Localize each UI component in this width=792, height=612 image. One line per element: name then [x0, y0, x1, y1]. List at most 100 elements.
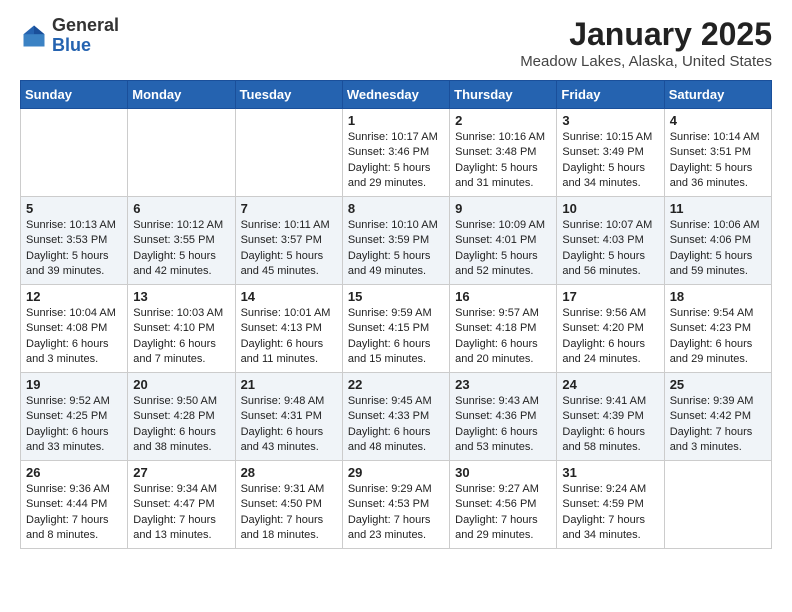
day-number: 26: [26, 465, 122, 480]
calendar-cell: [235, 109, 342, 197]
weekday-header-tuesday: Tuesday: [235, 81, 342, 109]
day-info: Sunrise: 10:11 AM Sunset: 3:57 PM Daylig…: [241, 218, 337, 280]
calendar-cell: 31Sunrise: 9:24 AM Sunset: 4:59 PM Dayli…: [557, 461, 664, 549]
calendar-cell: 10 Sunrise: 10:07 AM Sunset: 4:03 PM Dayl…: [557, 197, 664, 285]
calendar-cell: 12 Sunrise: 10:04 AM Sunset: 4:08 PM Dayl…: [21, 285, 128, 373]
day-number: 4: [670, 113, 766, 128]
calendar-cell: [21, 109, 128, 197]
day-number: 16: [455, 289, 551, 304]
day-number: 13: [133, 289, 229, 304]
day-number: 5: [26, 201, 122, 216]
weekday-header-sunday: Sunday: [21, 81, 128, 109]
weekday-header-wednesday: Wednesday: [342, 81, 449, 109]
day-number: 14: [241, 289, 337, 304]
day-info: Sunrise: 9:43 AM Sunset: 4:36 PM Dayligh…: [455, 394, 551, 456]
logo-text: General Blue: [52, 16, 119, 56]
calendar-cell: [664, 461, 771, 549]
calendar-cell: 19Sunrise: 9:52 AM Sunset: 4:25 PM Dayli…: [21, 373, 128, 461]
day-number: 18: [670, 289, 766, 304]
day-info: Sunrise: 9:54 AM Sunset: 4:23 PM Dayligh…: [670, 306, 766, 368]
day-info: Sunrise: 10:16 AM Sunset: 3:48 PM Daylig…: [455, 130, 551, 192]
day-info: Sunrise: 10:17 AM Sunset: 3:46 PM Daylig…: [348, 130, 444, 192]
calendar-cell: 4 Sunrise: 10:14 AM Sunset: 3:51 PM Dayli…: [664, 109, 771, 197]
day-number: 29: [348, 465, 444, 480]
calendar-cell: 15 Sunrise: 9:59 AM Sunset: 4:15 PM Dayli…: [342, 285, 449, 373]
calendar-cell: 11Sunrise: 10:06 AM Sunset: 4:06 PM Dayl…: [664, 197, 771, 285]
day-number: 31: [562, 465, 658, 480]
day-info: Sunrise: 10:04 AM Sunset: 4:08 PM Daylig…: [26, 306, 122, 368]
day-number: 27: [133, 465, 229, 480]
calendar-cell: 24 Sunrise: 9:41 AM Sunset: 4:39 PM Dayli…: [557, 373, 664, 461]
calendar-cell: 17 Sunrise: 9:56 AM Sunset: 4:20 PM Dayli…: [557, 285, 664, 373]
day-info: Sunrise: 9:41 AM Sunset: 4:39 PM Dayligh…: [562, 394, 658, 456]
calendar-cell: 16 Sunrise: 9:57 AM Sunset: 4:18 PM Dayli…: [450, 285, 557, 373]
logo: General Blue: [20, 16, 119, 56]
day-info: Sunrise: 10:06 AM Sunset: 4:06 PM Daylig…: [670, 218, 766, 280]
day-number: 23: [455, 377, 551, 392]
calendar-cell: 28 Sunrise: 9:31 AM Sunset: 4:50 PM Dayli…: [235, 461, 342, 549]
day-number: 9: [455, 201, 551, 216]
day-number: 8: [348, 201, 444, 216]
calendar-cell: 29 Sunrise: 9:29 AM Sunset: 4:53 PM Dayli…: [342, 461, 449, 549]
day-info: Sunrise: 10:03 AM Sunset: 4:10 PM Daylig…: [133, 306, 229, 368]
day-number: 15: [348, 289, 444, 304]
weekday-header-thursday: Thursday: [450, 81, 557, 109]
day-info: Sunrise: 10:10 AM Sunset: 3:59 PM Daylig…: [348, 218, 444, 280]
calendar-cell: 6Sunrise: 10:12 AM Sunset: 3:55 PM Dayli…: [128, 197, 235, 285]
title-area: January 2025 Meadow Lakes, Alaska, Unite…: [520, 16, 772, 70]
calendar-cell: 25 Sunrise: 9:39 AM Sunset: 4:42 PM Dayli…: [664, 373, 771, 461]
day-number: 24: [562, 377, 658, 392]
day-info: Sunrise: 9:56 AM Sunset: 4:20 PM Dayligh…: [562, 306, 658, 368]
day-number: 25: [670, 377, 766, 392]
day-info: Sunrise: 9:36 AM Sunset: 4:44 PM Dayligh…: [26, 482, 122, 544]
day-number: 28: [241, 465, 337, 480]
calendar-cell: 7 Sunrise: 10:11 AM Sunset: 3:57 PM Dayli…: [235, 197, 342, 285]
calendar-cell: 5 Sunrise: 10:13 AM Sunset: 3:53 PM Dayli…: [21, 197, 128, 285]
day-number: 20: [133, 377, 229, 392]
day-info: Sunrise: 10:14 AM Sunset: 3:51 PM Daylig…: [670, 130, 766, 192]
weekday-header-monday: Monday: [128, 81, 235, 109]
day-info: Sunrise: 9:48 AM Sunset: 4:31 PM Dayligh…: [241, 394, 337, 456]
calendar-cell: 13 Sunrise: 10:03 AM Sunset: 4:10 PM Dayl…: [128, 285, 235, 373]
calendar-cell: 22 Sunrise: 9:45 AM Sunset: 4:33 PM Dayli…: [342, 373, 449, 461]
day-info: Sunrise: 9:57 AM Sunset: 4:18 PM Dayligh…: [455, 306, 551, 368]
calendar-cell: 3Sunrise: 10:15 AM Sunset: 3:49 PM Dayli…: [557, 109, 664, 197]
day-number: 6: [133, 201, 229, 216]
day-number: 12: [26, 289, 122, 304]
day-info: Sunrise: 10:13 AM Sunset: 3:53 PM Daylig…: [26, 218, 122, 280]
calendar-cell: 20 Sunrise: 9:50 AM Sunset: 4:28 PM Dayli…: [128, 373, 235, 461]
month-title: January 2025: [520, 16, 772, 53]
day-info: Sunrise: 9:52 AM Sunset: 4:25 PM Dayligh…: [26, 394, 122, 456]
day-info: Sunrise: 10:07 AM Sunset: 4:03 PM Daylig…: [562, 218, 658, 280]
day-info: Sunrise: 10:15 AM Sunset: 3:49 PM Daylig…: [562, 130, 658, 192]
weekday-header-friday: Friday: [557, 81, 664, 109]
calendar-cell: 21 Sunrise: 9:48 AM Sunset: 4:31 PM Dayli…: [235, 373, 342, 461]
calendar-cell: 9 Sunrise: 10:09 AM Sunset: 4:01 PM Dayli…: [450, 197, 557, 285]
header: General Blue January 2025 Meadow Lakes, …: [20, 16, 772, 70]
day-info: Sunrise: 9:34 AM Sunset: 4:47 PM Dayligh…: [133, 482, 229, 544]
day-number: 21: [241, 377, 337, 392]
day-info: Sunrise: 9:45 AM Sunset: 4:33 PM Dayligh…: [348, 394, 444, 456]
logo-icon: [20, 22, 48, 50]
day-info: Sunrise: 9:29 AM Sunset: 4:53 PM Dayligh…: [348, 482, 444, 544]
day-info: Sunrise: 9:59 AM Sunset: 4:15 PM Dayligh…: [348, 306, 444, 368]
calendar-cell: [128, 109, 235, 197]
calendar-cell: 14Sunrise: 10:01 AM Sunset: 4:13 PM Dayl…: [235, 285, 342, 373]
day-info: Sunrise: 9:50 AM Sunset: 4:28 PM Dayligh…: [133, 394, 229, 456]
day-info: Sunrise: 9:31 AM Sunset: 4:50 PM Dayligh…: [241, 482, 337, 544]
calendar-cell: 27 Sunrise: 9:34 AM Sunset: 4:47 PM Dayli…: [128, 461, 235, 549]
day-number: 2: [455, 113, 551, 128]
day-number: 1: [348, 113, 444, 128]
location: Meadow Lakes, Alaska, United States: [520, 53, 772, 70]
calendar-cell: 23 Sunrise: 9:43 AM Sunset: 4:36 PM Dayli…: [450, 373, 557, 461]
day-info: Sunrise: 10:09 AM Sunset: 4:01 PM Daylig…: [455, 218, 551, 280]
day-number: 7: [241, 201, 337, 216]
day-number: 22: [348, 377, 444, 392]
calendar-cell: 8 Sunrise: 10:10 AM Sunset: 3:59 PM Dayli…: [342, 197, 449, 285]
day-number: 17: [562, 289, 658, 304]
day-number: 30: [455, 465, 551, 480]
calendar-cell: 1 Sunrise: 10:17 AM Sunset: 3:46 PM Dayli…: [342, 109, 449, 197]
day-info: Sunrise: 9:39 AM Sunset: 4:42 PM Dayligh…: [670, 394, 766, 456]
day-info: Sunrise: 9:27 AM Sunset: 4:56 PM Dayligh…: [455, 482, 551, 544]
day-number: 10: [562, 201, 658, 216]
